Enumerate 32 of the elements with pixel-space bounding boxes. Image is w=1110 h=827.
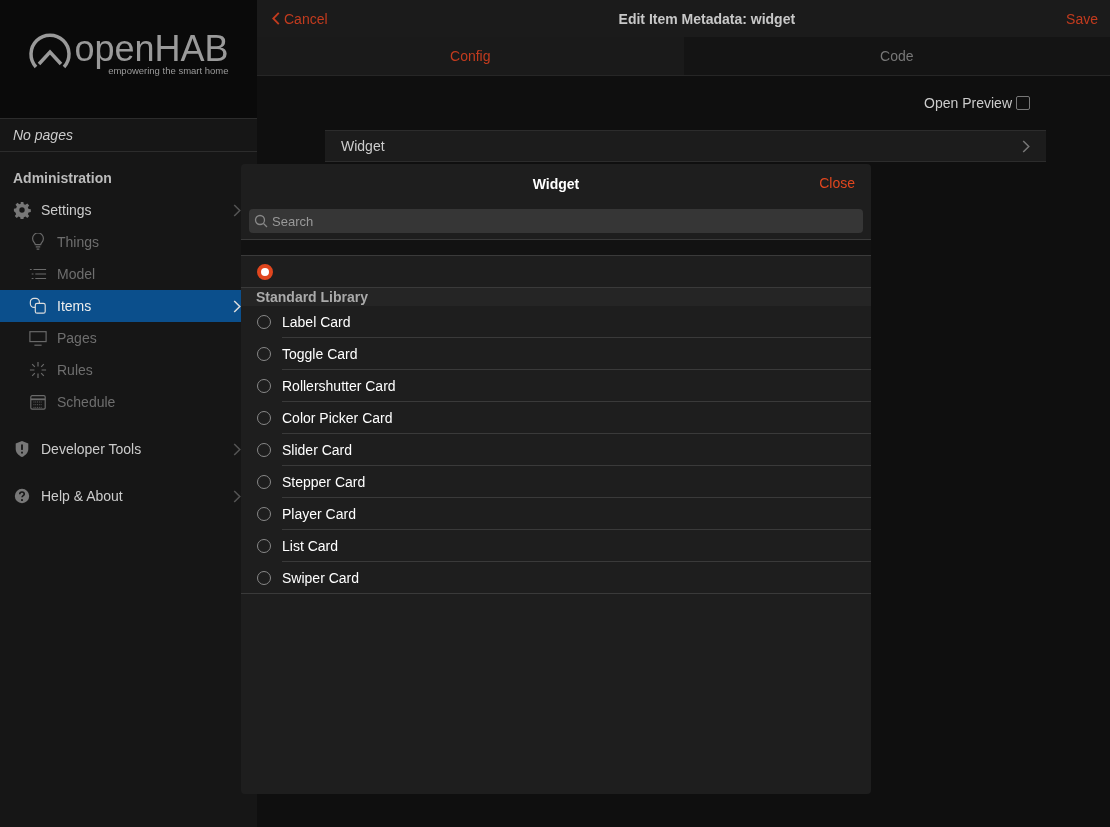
preview-checkbox[interactable] (1016, 96, 1030, 110)
sidebar-item[interactable]: Model (0, 258, 257, 290)
help-icon (13, 487, 31, 505)
calendar-icon (29, 393, 47, 411)
logo-tagline: empowering the smart home (108, 65, 229, 76)
chevron-icon (1022, 140, 1030, 153)
search-field[interactable]: Search (249, 209, 863, 233)
popup-title: Widget (532, 176, 580, 192)
preview-label: Open Preview (924, 95, 1012, 111)
radio-option[interactable]: Swiper Card (241, 562, 871, 594)
shield-icon (13, 440, 31, 458)
page-title: Edit Item Metadata: widget (618, 10, 796, 27)
chevron-icon (233, 490, 241, 503)
lightbulb-icon (29, 233, 47, 251)
widget-label: Widget (341, 138, 385, 154)
copy-icon (29, 297, 47, 315)
radio-option[interactable]: List Card (241, 530, 871, 562)
chevron-icon (233, 204, 241, 217)
close-link[interactable]: Close (819, 175, 855, 191)
settings-icon (13, 201, 31, 219)
group-title: Standard Library (241, 288, 871, 306)
widget-list-item[interactable]: Widget (325, 130, 1046, 162)
pages-note: No pages (0, 119, 257, 152)
sparkle-icon (29, 361, 47, 379)
chevron-icon (233, 300, 241, 313)
radio-button[interactable] (257, 264, 273, 280)
chevron-icon (233, 443, 241, 456)
section-title: Administration (12, 169, 113, 188)
monitor-icon (29, 329, 47, 347)
tab[interactable]: Code (683, 37, 1110, 75)
back-chevron-icon (272, 12, 280, 25)
search-icon (254, 214, 268, 228)
